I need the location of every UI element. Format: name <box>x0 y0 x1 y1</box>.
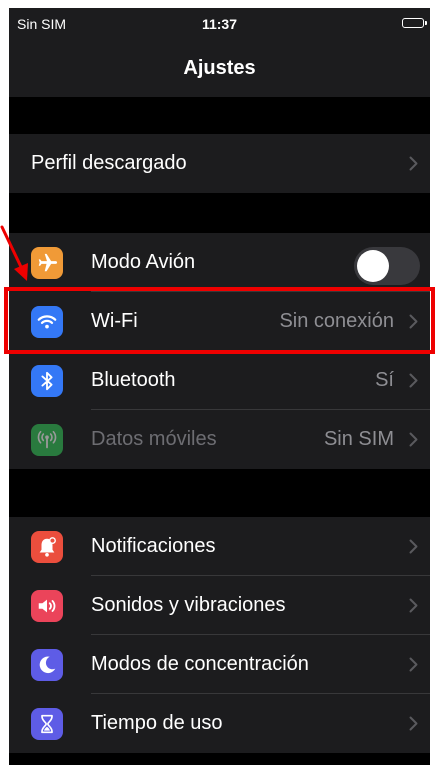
settings-row-screen-time[interactable]: Tiempo de uso <box>9 694 430 753</box>
settings-row-airplane-mode: Modo Avión <box>9 233 430 292</box>
page-title: Ajustes <box>183 57 256 79</box>
settings-row-focus[interactable]: Modos de concentración <box>9 635 430 694</box>
settings-row-sounds[interactable]: Sonidos y vibraciones <box>9 576 430 635</box>
bell-icon <box>31 531 63 563</box>
annotation-arrow-icon <box>0 225 28 281</box>
antenna-icon <box>31 424 63 456</box>
chevron-right-icon <box>409 657 418 672</box>
navigation-bar: Sin SIM 11:37 Ajustes <box>9 8 430 97</box>
chevron-right-icon <box>409 716 418 731</box>
row-label: Bluetooth <box>91 369 176 391</box>
hourglass-icon <box>31 708 63 740</box>
battery-icon <box>402 18 427 28</box>
row-label: Tiempo de uso <box>91 712 223 734</box>
row-label: Perfil descargado <box>31 152 187 174</box>
bluetooth-icon <box>31 365 63 397</box>
chevron-right-icon <box>409 539 418 554</box>
row-label: Modos de concentración <box>91 653 309 675</box>
row-label: Notificaciones <box>91 535 216 557</box>
settings-row-mobile-data[interactable]: Datos móviles Sin SIM <box>9 410 430 469</box>
moon-icon <box>31 649 63 681</box>
row-label: Modo Avión <box>91 251 196 273</box>
chevron-right-icon <box>409 156 418 171</box>
chevron-right-icon <box>409 432 418 447</box>
chevron-right-icon <box>409 598 418 613</box>
notifications-group: Notificaciones Sonidos y vibraciones Mod… <box>9 517 430 753</box>
settings-row-notifications[interactable]: Notificaciones <box>9 517 430 576</box>
wifi-highlight-box <box>4 287 435 354</box>
mobile-data-status-value: Sin SIM <box>323 428 394 450</box>
airplane-mode-toggle[interactable] <box>354 247 420 285</box>
bluetooth-status-value: Sí <box>375 369 394 391</box>
status-time: 11:37 <box>201 16 238 32</box>
profile-group: Perfil descargado <box>9 134 430 193</box>
settings-row-downloaded-profile[interactable]: Perfil descargado <box>9 134 430 193</box>
speaker-icon <box>31 590 63 622</box>
chevron-right-icon <box>409 373 418 388</box>
row-label: Sonidos y vibraciones <box>91 594 286 616</box>
settings-screen: Sin SIM 11:37 Ajustes Perfil descargado … <box>9 8 430 765</box>
settings-row-bluetooth[interactable]: Bluetooth Sí <box>9 351 430 410</box>
row-label: Datos móviles <box>91 428 217 450</box>
toggle-knob <box>357 250 389 282</box>
